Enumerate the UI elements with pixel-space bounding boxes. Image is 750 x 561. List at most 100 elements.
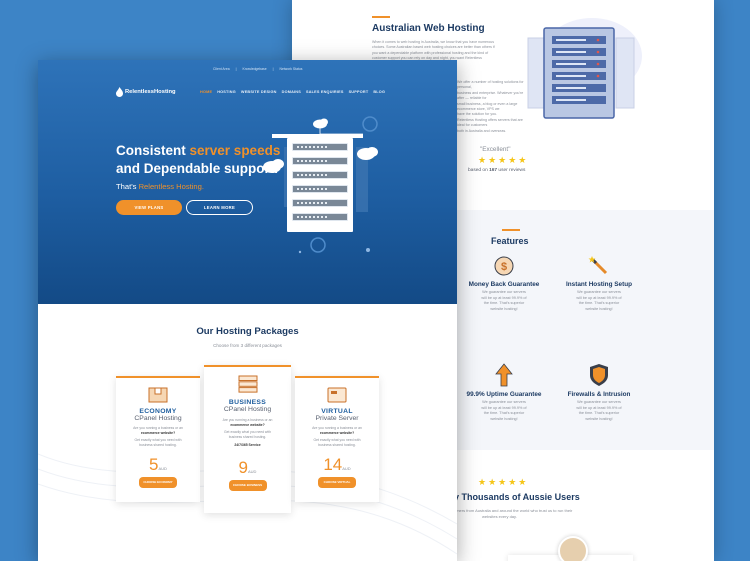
package-desc-line: ecommerce website? bbox=[319, 431, 355, 435]
review-count-prefix: based on bbox=[468, 168, 490, 173]
package-desc-line: ecommerce website? bbox=[230, 423, 265, 427]
feature-title: Instant Hosting Setup bbox=[565, 281, 633, 288]
choose-business-button[interactable]: CHOOSE BUSINESS bbox=[228, 480, 267, 491]
topbar-separator: | bbox=[235, 67, 237, 71]
main-nav: HOME HOSTING WEBSITE DESIGN DOMAINS SALE… bbox=[200, 90, 385, 94]
package-desc-line: business shared hosting. bbox=[318, 443, 356, 447]
nav-domains[interactable]: DOMAINS bbox=[282, 90, 301, 94]
flame-icon bbox=[116, 87, 123, 97]
package-extra: 24/7/365 Service bbox=[234, 443, 261, 447]
price-value: 14 bbox=[323, 455, 343, 474]
package-card-economy[interactable]: ECONOMY CPanel Hosting Are you running a… bbox=[116, 376, 200, 502]
feature-instant-setup: Instant Hosting Setup We guarantee our s… bbox=[554, 255, 644, 312]
hero-section: Client Area | Knowledgebase | Network St… bbox=[38, 60, 457, 304]
shield-icon bbox=[590, 364, 608, 386]
package-price: 5AUD bbox=[116, 455, 200, 475]
package-desc-line: business shared hosting. bbox=[228, 435, 267, 439]
features-title: Features bbox=[491, 236, 529, 246]
server-stack-icon bbox=[204, 375, 291, 393]
server-unit bbox=[292, 171, 348, 179]
learn-more-button[interactable]: LEARN MORE bbox=[186, 200, 253, 215]
price-currency: AUD bbox=[248, 469, 257, 474]
trusted-title: y Thousands of Aussie Users bbox=[454, 492, 580, 502]
package-name: VIRTUAL bbox=[321, 408, 353, 415]
packages-subtitle: Choose from 3 different packages bbox=[213, 343, 282, 348]
price-value: 9 bbox=[238, 458, 248, 477]
feature-title: Firewalls & Intrusion bbox=[567, 391, 631, 398]
price-currency: AUD bbox=[342, 466, 351, 471]
nav-support[interactable]: SUPPORT bbox=[349, 90, 369, 94]
feature-title: Money Back Guarantee bbox=[468, 281, 540, 288]
server-unit bbox=[292, 213, 348, 221]
price-value: 5 bbox=[149, 455, 159, 474]
tagline-accent: Relentless Hosting. bbox=[138, 182, 204, 191]
nav-hosting[interactable]: HOSTING bbox=[217, 90, 236, 94]
topbar-link-knowledgebase[interactable]: Knowledgebase bbox=[242, 67, 266, 71]
box-icon bbox=[116, 387, 200, 403]
server-unit bbox=[292, 199, 348, 207]
topbar-link-client-area[interactable]: Client Area bbox=[213, 67, 230, 71]
vps-icon bbox=[295, 387, 379, 403]
package-desc-line: business shared hosting. bbox=[139, 443, 177, 447]
package-subtitle: CPanel Hosting bbox=[223, 406, 272, 413]
choose-virtual-button[interactable]: CHOOSE VIRTUAL bbox=[318, 477, 356, 488]
package-price: 9AUD bbox=[204, 458, 291, 478]
feature-desc-line: website hosting! bbox=[490, 416, 518, 421]
choose-economy-button[interactable]: CHOOSE ECONOMY bbox=[139, 477, 177, 488]
hero-tagline: That's Relentless Hosting. bbox=[116, 182, 204, 191]
package-subtitle: Private Server bbox=[315, 415, 359, 422]
trusted-stars: ★★★★★ bbox=[478, 477, 529, 487]
server-unit bbox=[292, 143, 348, 151]
body-line: Relentless Hosting offers servers that a… bbox=[457, 117, 523, 128]
server-rack-illustration bbox=[522, 16, 642, 121]
server-cabinet bbox=[287, 138, 353, 232]
review-count-number: 167 bbox=[489, 168, 498, 173]
package-desc: Are you running a business or an ecommer… bbox=[295, 426, 379, 448]
tagline-plain: That's bbox=[116, 182, 139, 191]
hero-server-illustration bbox=[260, 112, 400, 262]
topbar-separator: | bbox=[272, 67, 274, 71]
package-subtitle: CPanel Hosting bbox=[134, 415, 182, 422]
trusted-text: omers from Australia and around the worl… bbox=[454, 508, 654, 519]
nav-home[interactable]: HOME bbox=[200, 90, 212, 94]
feature-desc-line: website hosting! bbox=[490, 306, 518, 311]
package-price: 14AUD bbox=[295, 455, 379, 475]
nav-website-design[interactable]: WEBSITE DESIGN bbox=[241, 90, 277, 94]
price-currency: AUD bbox=[158, 466, 167, 471]
section-title: Australian Web Hosting bbox=[372, 23, 485, 34]
logo[interactable]: RelentlessHosting bbox=[116, 87, 176, 97]
front-page: Client Area | Knowledgebase | Network St… bbox=[38, 60, 457, 561]
package-name: ECONOMY bbox=[139, 408, 177, 415]
body-line: small business, a blog or even a large e… bbox=[457, 101, 518, 112]
package-name: BUSINESS bbox=[228, 399, 267, 406]
avatar bbox=[558, 536, 588, 561]
body-line: We offer a number of hosting solutions f… bbox=[457, 80, 524, 90]
top-bar: Client Area | Knowledgebase | Network St… bbox=[213, 67, 303, 71]
server-unit bbox=[292, 157, 348, 165]
packages-title: Our Hosting Packages bbox=[196, 326, 299, 337]
topbar-link-network-status[interactable]: Network Status bbox=[280, 67, 303, 71]
rating-stars: ★★★★★ bbox=[478, 155, 529, 165]
logo-text: RelentlessHosting bbox=[125, 89, 176, 95]
feature-money-back: $ Money Back Guarantee We guarantee our … bbox=[459, 255, 549, 312]
nav-blog[interactable]: BLOG bbox=[373, 90, 385, 94]
view-plans-button[interactable]: VIEW PLANS bbox=[116, 200, 182, 215]
package-card-business[interactable]: BUSINESS CPanel Hosting Are you running … bbox=[204, 365, 291, 513]
package-desc: Are you running a business or an ecommer… bbox=[204, 418, 291, 448]
section-accent-line bbox=[372, 16, 390, 18]
server-unit bbox=[292, 185, 348, 193]
body-line: both in Australia and overseas. bbox=[457, 128, 507, 133]
feature-uptime: 99.9% Uptime Guarantee We guarantee our … bbox=[459, 363, 549, 422]
feature-desc-line: website hosting! bbox=[585, 416, 613, 421]
svg-text:$: $ bbox=[501, 261, 507, 273]
rating-label: "Excellent" bbox=[480, 146, 511, 153]
package-desc: Are you running a business or an ecommer… bbox=[116, 426, 200, 448]
trusted-line: websites every day. bbox=[482, 513, 517, 519]
dollar-coin-icon: $ bbox=[494, 256, 514, 276]
package-card-virtual[interactable]: VIRTUAL Private Server Are you running a… bbox=[295, 376, 379, 502]
features-accent-line bbox=[502, 229, 520, 231]
review-count: based on 167 user reviews bbox=[468, 168, 525, 173]
arrow-up-icon bbox=[495, 363, 513, 387]
nav-sales-enquiries[interactable]: SALES ENQUIRIES bbox=[306, 90, 344, 94]
feature-desc-line: website hosting! bbox=[585, 306, 613, 311]
